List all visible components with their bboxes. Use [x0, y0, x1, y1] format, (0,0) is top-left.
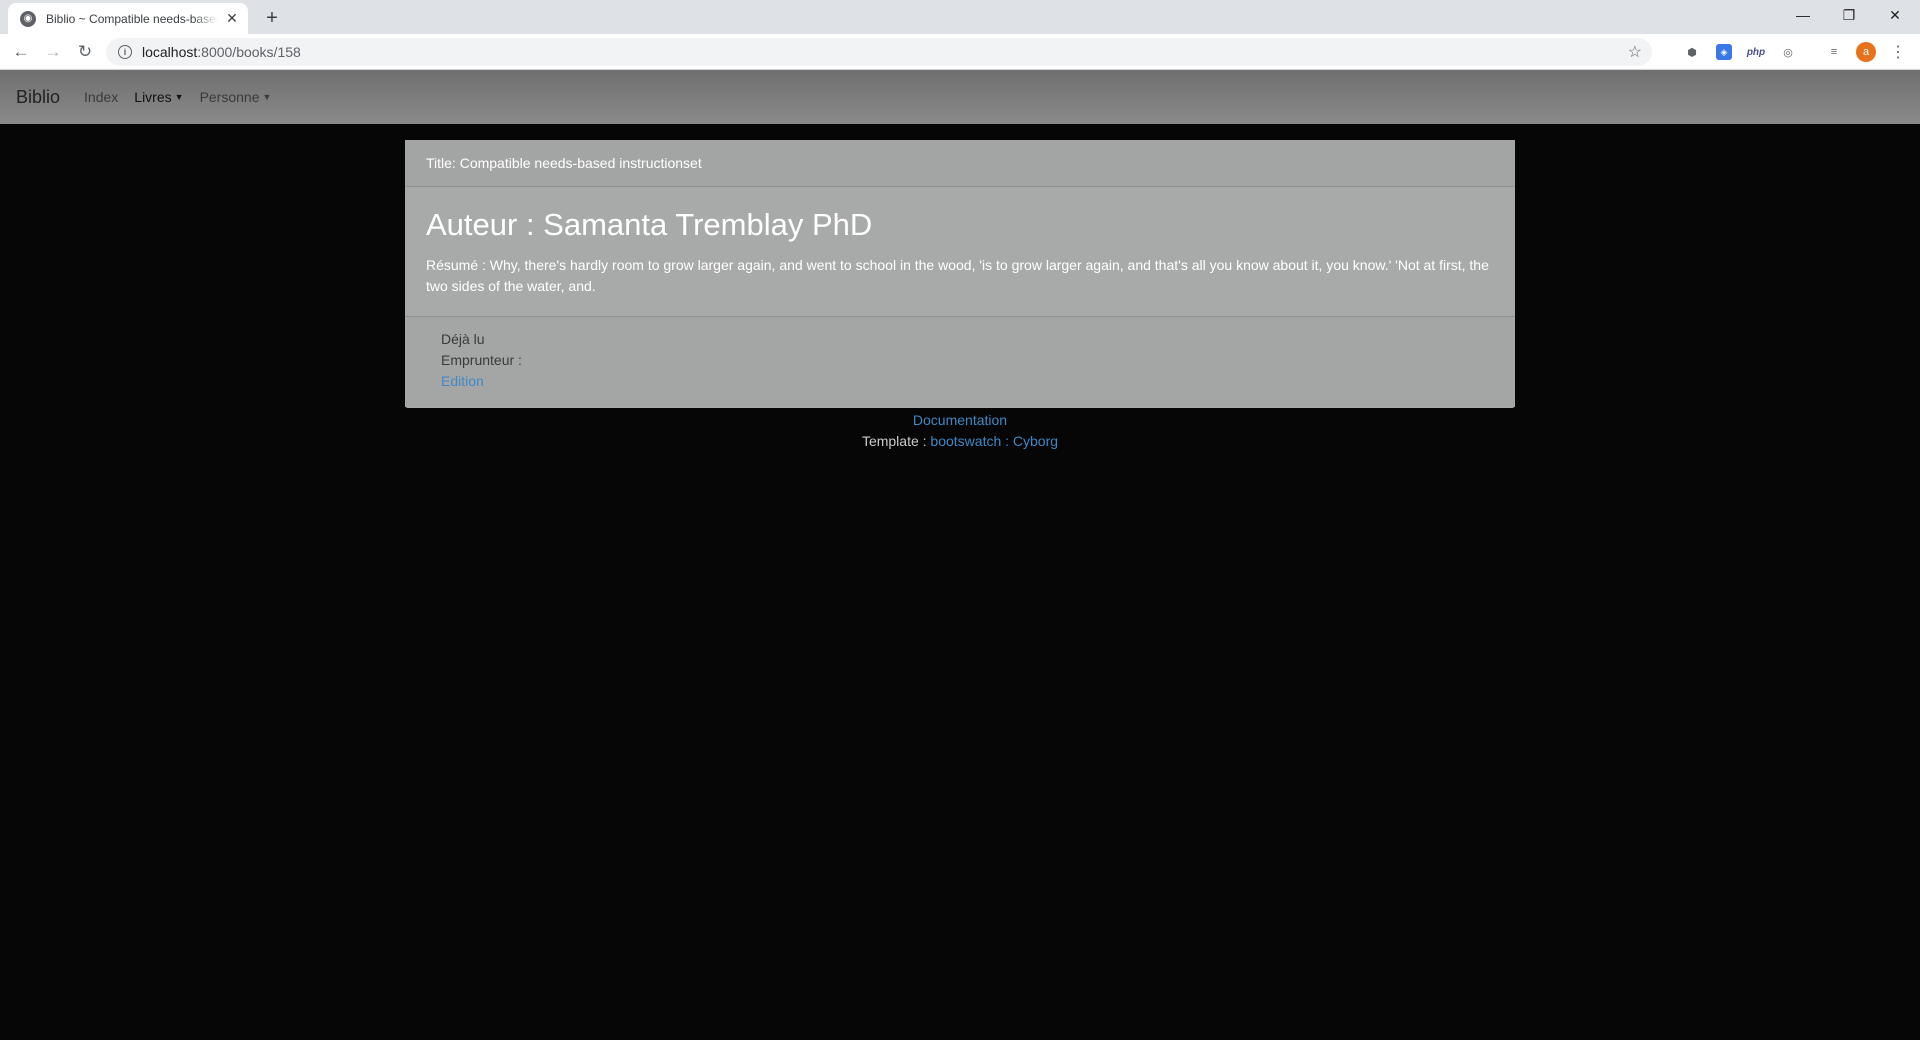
- new-tab-icon[interactable]: +: [260, 6, 284, 30]
- browser-menu-icon[interactable]: ⋮: [1888, 42, 1908, 62]
- globe-icon: ◉: [20, 10, 36, 27]
- book-summary: Résumé : Why, there's hardly room to gro…: [426, 257, 1489, 294]
- php-extension-icon[interactable]: php: [1746, 42, 1766, 62]
- extension-icon[interactable]: ⬢: [1682, 42, 1702, 62]
- template-label: Template :: [861, 433, 931, 449]
- documentation-link[interactable]: Documentation: [913, 412, 1007, 428]
- forward-icon[interactable]: →: [41, 40, 65, 64]
- reload-icon[interactable]: ↻: [73, 40, 97, 64]
- nav-person-label: Personne: [199, 89, 260, 105]
- template-link[interactable]: bootswatch : Cyborg: [930, 433, 1058, 449]
- read-status: Déjà lu: [441, 331, 485, 347]
- page-footer: Documentation Template : bootswatch : Cy…: [0, 410, 1920, 452]
- tab-close-icon[interactable]: ✕: [224, 10, 240, 27]
- minimize-icon[interactable]: —: [1780, 0, 1826, 30]
- extension-circle-icon[interactable]: ◎: [1778, 42, 1798, 62]
- book-card-footer: Déjà lu Emprunteur : Edition: [405, 317, 1515, 407]
- site-info-icon[interactable]: i: [118, 45, 132, 59]
- browser-tab[interactable]: ◉ Biblio ~ Compatible needs-based ✕: [8, 3, 248, 34]
- book-author: Auteur : Samanta Tremblay PhD: [426, 207, 873, 242]
- url-path: :8000/books/158: [197, 44, 301, 60]
- address-bar[interactable]: i localhost:8000/books/158 ☆: [106, 38, 1652, 66]
- browser-tab-strip: ◉ Biblio ~ Compatible needs-based ✕ + — …: [0, 0, 1920, 34]
- borrower-label: Emprunteur :: [441, 352, 522, 368]
- book-card-body: Auteur : Samanta Tremblay PhD Résumé : W…: [405, 187, 1515, 317]
- tab-title: Biblio ~ Compatible needs-based: [46, 11, 218, 26]
- url-host: localhost: [142, 44, 198, 60]
- bookmark-star-icon[interactable]: ☆: [1628, 42, 1642, 62]
- media-queue-icon[interactable]: ≡: [1824, 42, 1844, 62]
- book-title: Title: Compatible needs-based instructio…: [405, 140, 1515, 187]
- profile-avatar[interactable]: a: [1856, 42, 1876, 62]
- restore-icon[interactable]: ❐: [1826, 0, 1872, 30]
- browser-toolbar: ← → ↻ i localhost:8000/books/158 ☆ ⬢ ◈ p…: [0, 34, 1920, 70]
- nav-person-dropdown[interactable]: Personne ▼: [200, 89, 272, 105]
- nav-index-link[interactable]: Index: [84, 89, 118, 105]
- book-card: Title: Compatible needs-based instructio…: [405, 140, 1515, 408]
- extension-shield-icon[interactable]: ◈: [1716, 44, 1732, 60]
- navbar-brand[interactable]: Biblio: [16, 87, 60, 108]
- caret-down-icon: ▼: [174, 92, 184, 102]
- caret-down-icon: ▼: [262, 92, 272, 102]
- nav-books-label: Livres: [134, 89, 172, 105]
- nav-books-dropdown[interactable]: Livres ▼: [134, 89, 183, 105]
- close-window-icon[interactable]: ✕: [1872, 0, 1918, 30]
- back-icon[interactable]: ←: [9, 40, 33, 64]
- app-navbar: Biblio Index Livres ▼ Personne ▼: [0, 70, 1920, 124]
- url-text: localhost:8000/books/158: [142, 44, 301, 60]
- edit-link[interactable]: Edition: [441, 373, 484, 389]
